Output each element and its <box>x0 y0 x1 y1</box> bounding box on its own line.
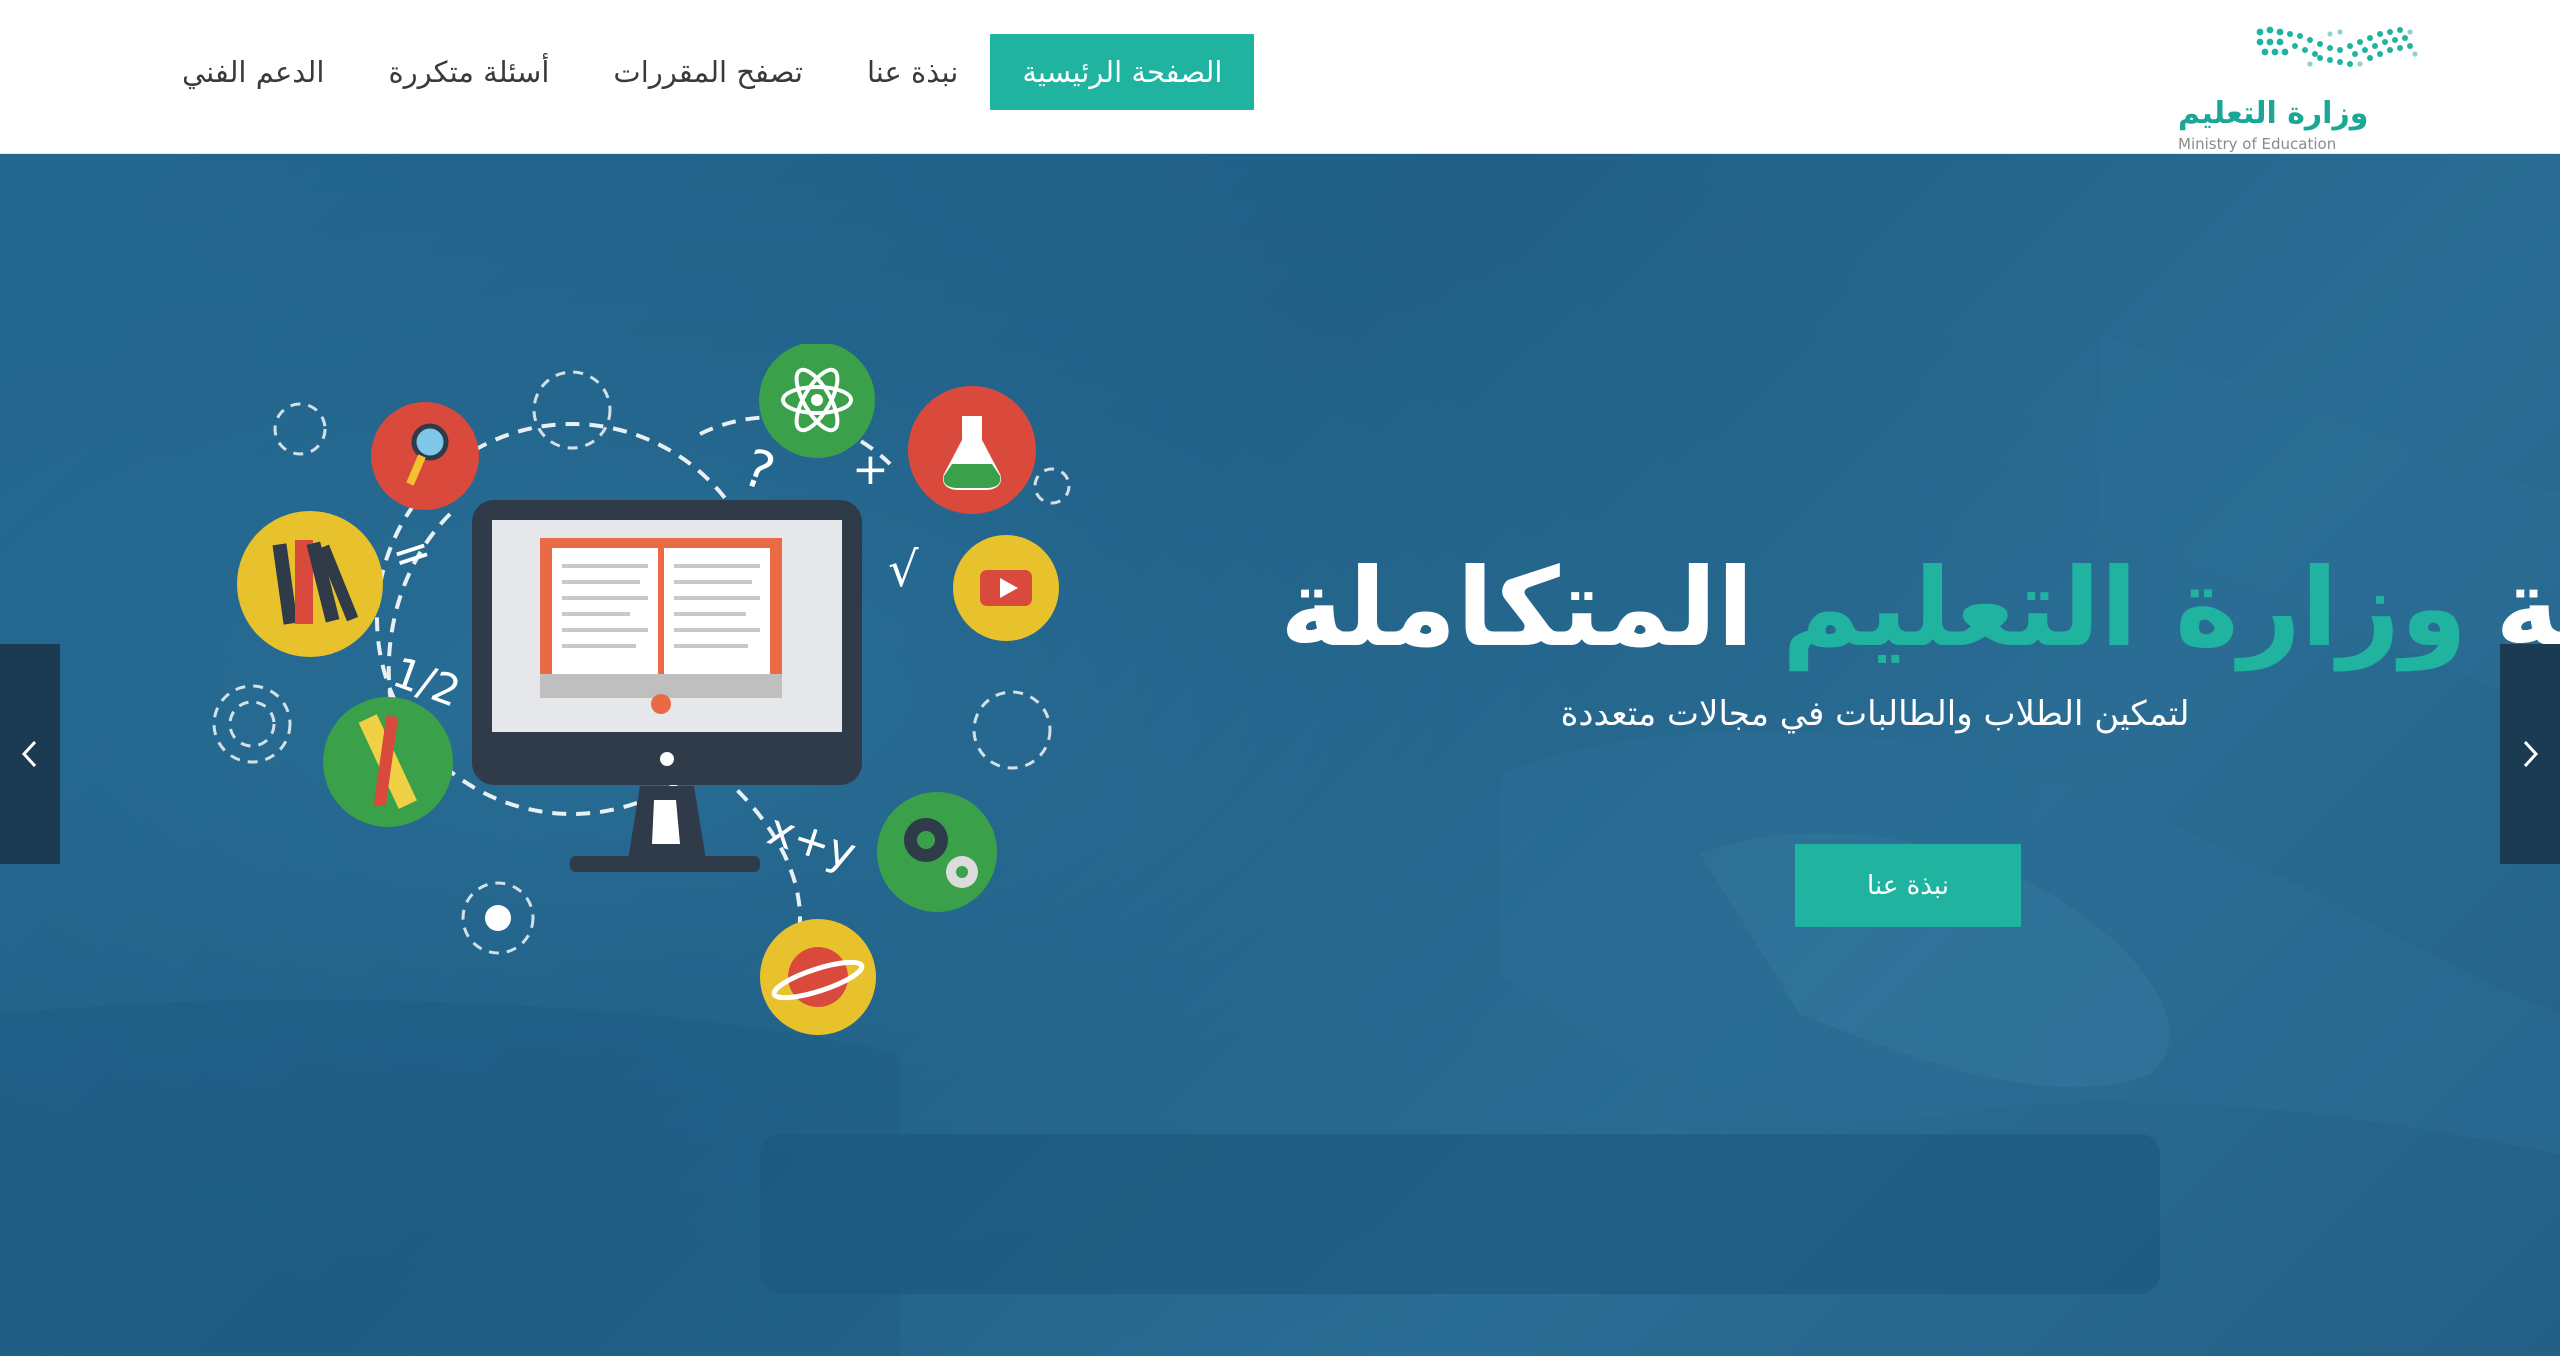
logo-arabic-text: وزارة التعليم <box>2178 96 2369 131</box>
about-us-button[interactable]: نبذة عنا <box>1795 844 2021 927</box>
hero-slider: 1/2 x+y ? + √ = منصة وزارة التعليم المتك… <box>0 154 2560 1356</box>
site-header: الدعم الفني أسئلة متكررة تصفح المقررات ن… <box>0 0 2560 154</box>
illustration-question-label: ? <box>736 438 782 504</box>
nav-item-courses[interactable]: تصفح المقررات <box>581 34 835 110</box>
logo-dots-icon <box>2256 26 2418 67</box>
ministry-logo[interactable]: وزارة التعليم Ministry of Education <box>2170 20 2430 154</box>
main-nav: الدعم الفني أسئلة متكررة تصفح المقررات ن… <box>150 34 1255 110</box>
nav-item-home[interactable]: الصفحة الرئيسية <box>990 34 1255 110</box>
illustration-xy-label: x+y <box>762 804 862 880</box>
nav-item-faq[interactable]: أسئلة متكررة <box>356 34 581 110</box>
illustration-check-label: √ <box>888 542 919 598</box>
chevron-left-icon <box>21 740 37 768</box>
nav-item-support[interactable]: الدعم الفني <box>150 34 356 110</box>
illustration-plus-label: + <box>852 444 889 495</box>
hero-subtitle: لتمكين الطلاب والطالبات في مجالات متعددة <box>1560 694 2190 734</box>
nav-item-about[interactable]: نبذة عنا <box>835 34 990 110</box>
illustration-equals-label: = <box>385 521 438 584</box>
chevron-right-icon <box>2523 740 2539 768</box>
hero-title: منصة وزارة التعليم المتكاملة <box>1280 544 2560 674</box>
hero-content: منصة وزارة التعليم المتكاملة لتمكين الطل… <box>1280 544 2560 927</box>
hero-title-accent: وزارة التعليم <box>1781 546 2468 671</box>
hero-title-part2: المتكاملة <box>1280 546 1754 671</box>
logo-english-text: Ministry of Education <box>2178 135 2337 153</box>
slider-prev-button[interactable] <box>0 644 60 864</box>
education-illustration: 1/2 x+y ? + √ = <box>212 344 1071 1035</box>
slider-next-button[interactable] <box>2500 644 2560 864</box>
